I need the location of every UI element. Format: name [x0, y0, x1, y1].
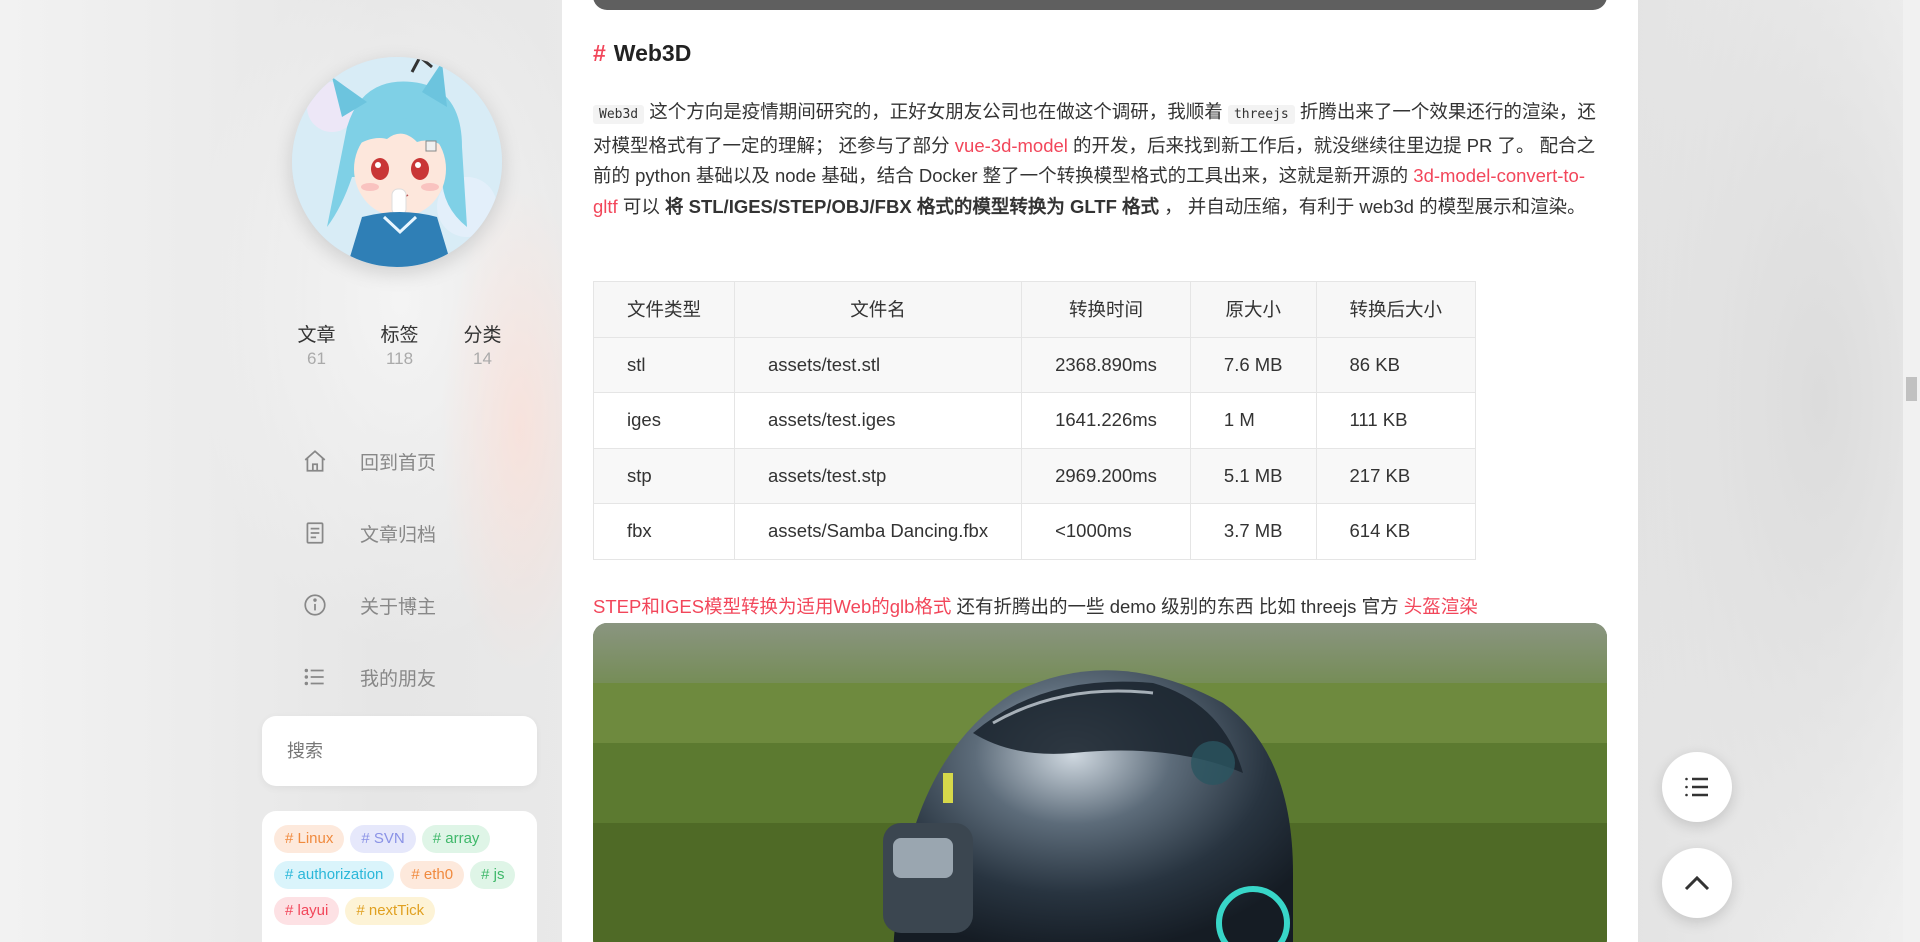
table-cell: 217 KB: [1315, 447, 1477, 504]
paragraph-text: 还有折腾出的一些 demo 级别的东西 比如 threejs 官方: [951, 596, 1404, 617]
menu-item-label: 我的朋友: [360, 668, 437, 690]
section-heading: # Web3D: [593, 40, 691, 67]
table-cell: 111 KB: [1315, 392, 1477, 449]
table-cell: stp: [592, 447, 736, 504]
inline-code: Web3d: [593, 105, 645, 124]
tag-chip[interactable]: # layui: [274, 897, 340, 925]
table-cell: assets/test.stl: [734, 336, 1023, 393]
page-scrollbar[interactable]: [1903, 0, 1920, 942]
stat-count: 14: [473, 349, 492, 368]
site-stats: 文章 61 标签 118 分类 14: [262, 320, 537, 369]
vue-3d-model-link[interactable]: vue-3d-model: [955, 135, 1068, 156]
inline-code: threejs: [1227, 105, 1295, 124]
stat-count: 61: [307, 349, 326, 368]
avatar[interactable]: [292, 57, 502, 267]
tag-chip[interactable]: # authorization: [274, 861, 395, 889]
article-content: # Web3D Web3d 这个方向是疫情期间研究的，正好女朋友公司也在做这个调研…: [562, 0, 1638, 942]
tag-cloud: # Linux # SVN # array # authorization # eth0…: [262, 811, 537, 942]
step-iges-link[interactable]: STEP和IGES模型转换为适用Web的glb格式: [593, 596, 951, 617]
table-cell: 2969.200ms: [1021, 447, 1191, 504]
table-cell: 2368.890ms: [1021, 336, 1191, 393]
table-row: fbx assets/Samba Dancing.fbx <1000ms 3.7 MB…: [592, 503, 1477, 560]
stat-label: 文章: [297, 325, 336, 346]
table-row: stp assets/test.stp 2969.200ms 5.1 MB 217 KB: [592, 447, 1477, 504]
tag-chip[interactable]: # Linux: [274, 825, 345, 853]
stat-label: 分类: [463, 325, 502, 346]
table-cell: iges: [592, 392, 736, 449]
table-cell: assets/test.iges: [734, 392, 1023, 449]
tag-chip[interactable]: # nextTick: [345, 897, 436, 925]
tag-chip[interactable]: # js: [470, 861, 516, 889]
stat-tags[interactable]: 标签 118: [358, 320, 441, 369]
menu-item-about[interactable]: 关于博主: [302, 569, 436, 641]
helmet-render-link[interactable]: 头盔渲染: [1404, 596, 1478, 617]
table-cell: stl: [592, 336, 736, 393]
table-cell: 1641.226ms: [1021, 392, 1191, 449]
tag-chip[interactable]: # array: [421, 825, 491, 853]
article-paragraph: STEP和IGES模型转换为适用Web的glb格式 还有折腾出的一些 demo …: [593, 593, 1478, 619]
chevron-up-icon: [1684, 875, 1710, 891]
menu-item-label: 回到首页: [360, 452, 437, 474]
stat-articles[interactable]: 文章 61: [275, 320, 358, 369]
paragraph-text: 这个方向是疫情期间研究的，正好女朋友公司也在做这个调研，我顺着: [644, 101, 1228, 122]
previous-image: [593, 0, 1607, 10]
stat-categories[interactable]: 分类 14: [441, 320, 524, 369]
toc-list-icon: [1685, 777, 1708, 797]
sidebar-menu: 回到首页 文章归档 关于博主 我的朋友: [302, 425, 436, 713]
table-cell: assets/test.stp: [734, 447, 1023, 504]
article-paragraph: Web3d 这个方向是疫情期间研究的，正好女朋友公司也在做这个调研，我顺着 th…: [593, 97, 1607, 222]
tag-chip[interactable]: # eth0: [400, 861, 465, 889]
search-box: [262, 716, 537, 786]
table-cell: 1 M: [1189, 392, 1317, 449]
heading-text: Web3D: [613, 40, 692, 66]
menu-item-friends[interactable]: 我的朋友: [302, 641, 436, 713]
toc-button[interactable]: [1662, 752, 1732, 822]
scrollbar-thumb[interactable]: [1906, 377, 1917, 401]
search-input[interactable]: [287, 740, 512, 762]
stat-label: 标签: [380, 325, 419, 346]
table-cell: 5.1 MB: [1189, 447, 1317, 504]
menu-item-home[interactable]: 回到首页: [302, 425, 436, 497]
table-cell: 86 KB: [1315, 336, 1477, 393]
bold-text: 将 STL/IGES/STEP/OBJ/FBX 格式的模型转换为 GLTF 格式: [664, 195, 1160, 217]
table-cell: assets/Samba Dancing.fbx: [734, 503, 1023, 560]
menu-item-label: 文章归档: [360, 524, 437, 546]
menu-item-label: 关于博主: [360, 596, 437, 618]
tag-chip[interactable]: # SVN: [350, 825, 416, 853]
back-to-top-button[interactable]: [1662, 848, 1732, 918]
archive-icon: [306, 522, 324, 544]
sidebar: 文章 61 标签 118 分类 14 回到首页 文章归档 关于博主 我的朋友 搜…: [262, 0, 537, 942]
home-icon: [304, 450, 326, 472]
table-header-row: 文件类型 文件名 转换时间 原大小 转换后大小: [592, 281, 1477, 338]
table-row: stl assets/test.stl 2368.890ms 7.6 MB 86 KB: [592, 336, 1477, 393]
paragraph-text: 可以: [617, 195, 665, 217]
paragraph-text: ， 并自动压缩，有利于 web3d 的模型展示和渲染。: [1159, 195, 1586, 217]
helmet-render-image: [593, 623, 1607, 942]
heading-anchor[interactable]: #: [593, 40, 606, 66]
table-cell: <1000ms: [1021, 503, 1191, 560]
column-header: 文件名: [734, 281, 1023, 338]
table-cell: 3.7 MB: [1189, 503, 1317, 560]
menu-item-archive[interactable]: 文章归档: [302, 497, 436, 569]
column-header: 转换后大小: [1315, 281, 1477, 338]
column-header: 转换时间: [1021, 281, 1191, 338]
table-cell: 614 KB: [1315, 503, 1477, 560]
column-header: 原大小: [1189, 281, 1317, 338]
info-icon: [304, 594, 326, 616]
table-cell: fbx: [592, 503, 736, 560]
conversion-table: 文件类型 文件名 转换时间 原大小 转换后大小 stl assets/test.s…: [592, 281, 1477, 560]
table-cell: 7.6 MB: [1189, 336, 1317, 393]
list-icon: [304, 668, 324, 686]
table-row: iges assets/test.iges 1641.226ms 1 M 111 KB: [592, 392, 1477, 449]
column-header: 文件类型: [592, 281, 736, 338]
stat-count: 118: [385, 349, 414, 368]
